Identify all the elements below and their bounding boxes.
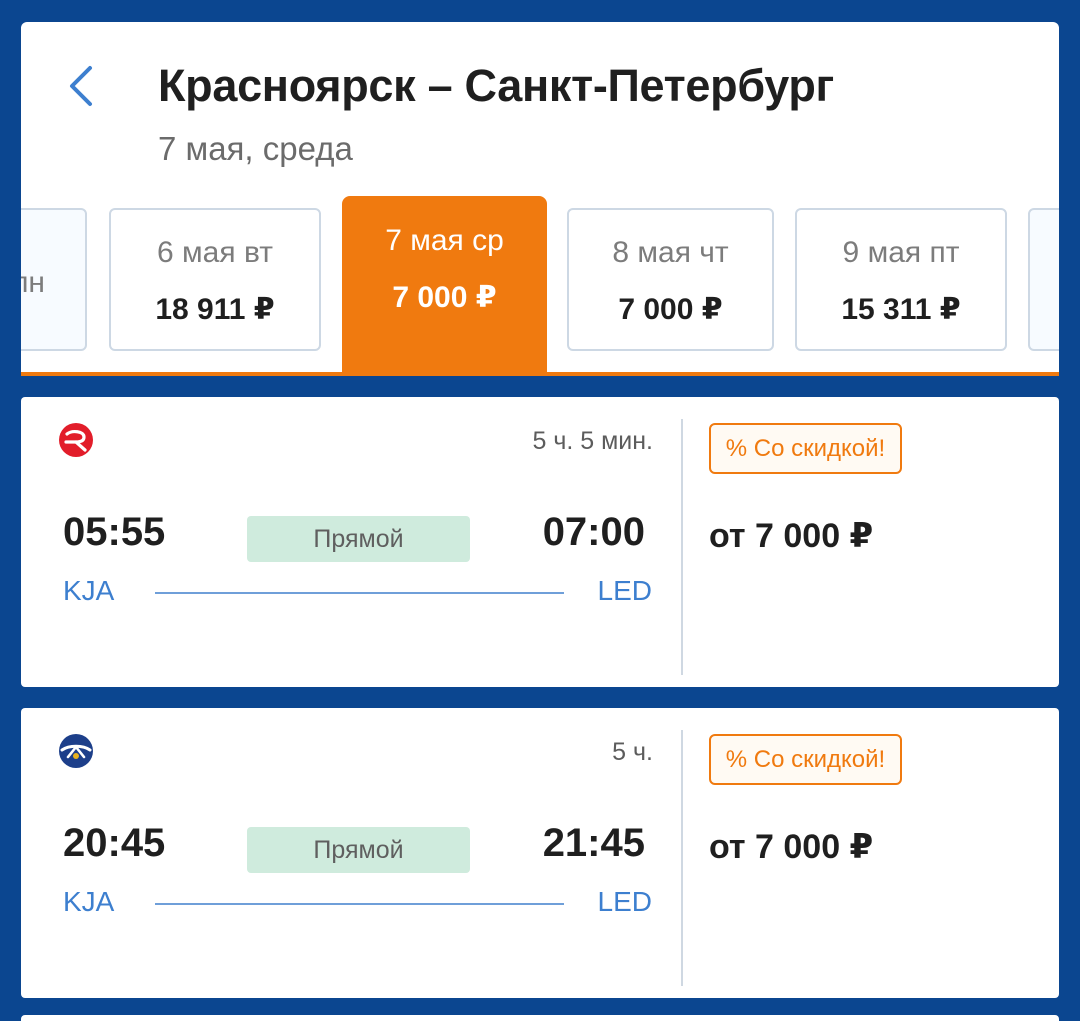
date-tab-label: 8 мая чт xyxy=(612,236,729,269)
flight-duration: 5 ч. 5 мин. xyxy=(532,427,653,455)
discount-badge: % Со скидкой! xyxy=(709,423,902,474)
date-tab-next[interactable] xyxy=(1028,208,1059,351)
departure-airport: KJA xyxy=(63,575,115,606)
selected-date-indicator-line xyxy=(21,372,1059,376)
route-line xyxy=(155,592,564,594)
date-tab-price: 7 000 ₽ xyxy=(618,293,723,326)
date-tab-9-may[interactable]: 9 мая пт 15 311 ₽ xyxy=(795,208,1007,351)
date-tab-6-may[interactable]: 6 мая вт 18 911 ₽ xyxy=(109,208,321,351)
flight-card[interactable]: 5 ч. 5 мин. 05:55 Прямой 07:00 KJA LED %… xyxy=(21,397,1059,687)
direct-flight-badge: Прямой xyxy=(247,827,470,873)
departure-time: 05:55 xyxy=(63,510,166,554)
date-tab-price: 15 311 ₽ xyxy=(841,293,961,326)
date-tab-label: 6 мая вт xyxy=(157,236,273,269)
chevron-left-icon xyxy=(70,66,92,106)
date-tab-price: 18 911 ₽ xyxy=(155,293,275,326)
red-wings-logo-icon xyxy=(59,423,93,457)
departure-airport: KJA xyxy=(63,886,115,917)
flight-price: от 7 000 ₽ xyxy=(709,517,874,555)
card-divider xyxy=(681,730,683,986)
flight-card-partial[interactable] xyxy=(21,1015,1059,1021)
arrival-time: 21:45 xyxy=(542,821,645,865)
search-header: Красноярск – Санкт-Петербург 7 мая, сред… xyxy=(21,22,1059,376)
date-tab-price: 7 000 ₽ xyxy=(392,281,497,314)
arrival-time: 07:00 xyxy=(542,510,645,554)
route-line xyxy=(155,903,564,905)
arrival-airport: LED xyxy=(597,575,652,606)
flight-duration: 5 ч. xyxy=(612,738,653,766)
date-tab-label: 7 мая ср xyxy=(385,224,504,257)
date-tab-7-may-selected[interactable]: 7 мая ср 7 000 ₽ xyxy=(342,196,547,376)
back-button[interactable] xyxy=(61,64,101,108)
page-subtitle: 7 мая, среда xyxy=(158,130,353,167)
direct-flight-badge: Прямой xyxy=(247,516,470,562)
card-divider xyxy=(681,419,683,675)
page-title: Красноярск – Санкт-Петербург xyxy=(158,60,835,111)
date-tab-8-may[interactable]: 8 мая чт 7 000 ₽ xyxy=(567,208,774,351)
arrival-airport: LED xyxy=(597,886,652,917)
aeroflot-logo-icon xyxy=(59,734,93,768)
flight-card[interactable]: 5 ч. 20:45 Прямой 21:45 KJA LED % Со ски… xyxy=(21,708,1059,998)
date-tab-label: пн xyxy=(21,266,45,299)
departure-time: 20:45 xyxy=(63,821,166,865)
date-tab-label: 9 мая пт xyxy=(842,236,960,269)
flight-price: от 7 000 ₽ xyxy=(709,828,874,866)
date-tab-prev[interactable]: пн xyxy=(21,208,87,351)
discount-badge: % Со скидкой! xyxy=(709,734,902,785)
